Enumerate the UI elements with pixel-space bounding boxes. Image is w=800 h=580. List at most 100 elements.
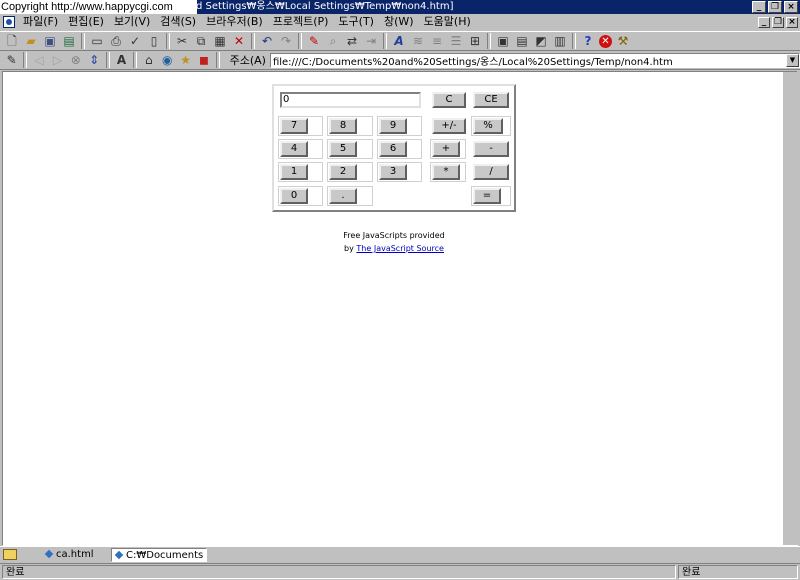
address-bar: ✎ ◁ ▷ ⊗ ⇕ A ⌂ ◉ ★ ◼ 주소(A) ▼ [0, 51, 800, 70]
credit-by: by [344, 244, 354, 253]
calc-button-8[interactable]: 8 [329, 118, 357, 134]
toolbar-separator [572, 33, 576, 49]
toolbar-separator [133, 52, 138, 68]
calc-button-7[interactable]: 7 [280, 118, 308, 134]
menu-edit[interactable]: 편집(E) [64, 14, 110, 30]
calculator: 0 C CE 7 8 9 +/- % 4 5 6 + - 1 2 3 * / 0… [272, 84, 516, 212]
minimize-button[interactable]: _ [752, 1, 766, 13]
calc-button-multiply[interactable]: * [432, 164, 460, 180]
calc-button-equals[interactable]: = [473, 188, 501, 204]
bold-icon[interactable]: ≋ [410, 33, 426, 49]
toolbar-separator [23, 52, 28, 68]
calc-button-5[interactable]: 5 [329, 141, 357, 157]
calc-button-ce[interactable]: CE [473, 92, 509, 108]
replace-icon[interactable]: ⇄ [344, 33, 360, 49]
help-icon[interactable]: ? [580, 33, 596, 49]
undo-icon[interactable]: ↶ [259, 33, 275, 49]
menu-window[interactable]: 창(W) [380, 14, 420, 30]
open-folder-icon[interactable]: ▰ [23, 33, 39, 49]
browser-content: 0 C CE 7 8 9 +/- % 4 5 6 + - 1 2 3 * / 0… [2, 71, 798, 546]
save-all-icon[interactable]: ▤ [61, 33, 77, 49]
doc-restore-button[interactable]: ❐ [772, 16, 784, 28]
cut-icon[interactable]: ✂ [174, 33, 190, 49]
restore-button[interactable]: ❐ [768, 1, 782, 13]
calc-button-c[interactable]: C [432, 92, 466, 108]
folder-icon[interactable] [3, 549, 17, 560]
goto-icon[interactable]: ⇥ [363, 33, 379, 49]
print-preview-icon[interactable]: ▭ [89, 33, 105, 49]
address-label: 주소(A) [229, 54, 266, 67]
calc-button-plusminus[interactable]: +/- [432, 118, 466, 134]
view4-icon[interactable]: ▥ [552, 33, 568, 49]
delete-icon[interactable]: ✕ [231, 33, 247, 49]
calc-button-0[interactable]: 0 [280, 188, 308, 204]
refresh-icon[interactable]: ⇕ [86, 52, 101, 68]
view2-icon[interactable]: ▤ [514, 33, 530, 49]
menu-tools[interactable]: 도구(T) [334, 14, 380, 30]
tab-label: C:₩Documents an [126, 550, 206, 561]
calc-button-divide[interactable]: / [473, 164, 509, 180]
stop-loading-icon[interactable]: ⊗ [68, 52, 83, 68]
calc-button-3[interactable]: 3 [379, 164, 407, 180]
javascript-source-link[interactable]: The JavaScript Source [356, 244, 444, 253]
calc-button-percent[interactable]: % [473, 118, 503, 134]
calc-button-add[interactable]: + [432, 141, 460, 157]
page-setup-icon[interactable]: ▯ [146, 33, 162, 49]
calc-button-subtract[interactable]: - [473, 141, 509, 157]
tools-icon[interactable]: ⚒ [615, 33, 631, 49]
document-tabs-bar: ca.html C:₩Documents an [0, 546, 800, 562]
list-icon[interactable]: ☰ [448, 33, 464, 49]
calc-button-9[interactable]: 9 [379, 118, 407, 134]
redo-icon[interactable]: ↷ [278, 33, 294, 49]
paste-icon[interactable]: ▦ [212, 33, 228, 49]
tab-current-document[interactable]: C:₩Documents an [111, 548, 207, 562]
address-dropdown-button[interactable]: ▼ [786, 53, 799, 67]
spell-check-icon[interactable]: ✓ [127, 33, 143, 49]
menu-search[interactable]: 검색(S) [156, 14, 202, 30]
tab-label: ca.html [56, 549, 94, 560]
print-icon[interactable]: ⎙ [108, 33, 124, 49]
menu-project[interactable]: 프로젝트(P) [269, 14, 335, 30]
search-web-icon[interactable]: ◉ [160, 52, 175, 68]
favorites-icon[interactable]: ★ [178, 52, 193, 68]
calc-button-2[interactable]: 2 [329, 164, 357, 180]
address-input[interactable] [270, 53, 795, 67]
tab-ca-html[interactable]: ca.html [42, 548, 112, 562]
properties-icon[interactable]: ⊞ [467, 33, 483, 49]
back-icon[interactable]: ◁ [31, 52, 46, 68]
menu-help[interactable]: 도움말(H) [420, 14, 477, 30]
toolbar-separator [81, 33, 85, 49]
menu-file[interactable]: 파일(F) [19, 14, 64, 30]
new-file-icon[interactable]: 🗋 [4, 33, 20, 49]
font-size-icon[interactable]: A [114, 52, 129, 68]
doc-close-button[interactable]: × [786, 16, 798, 28]
find-icon[interactable]: ⌕ [325, 33, 341, 49]
menu-view[interactable]: 보기(V) [110, 14, 156, 30]
app-icon[interactable] [3, 16, 15, 28]
align-icon[interactable]: ≡ [429, 33, 445, 49]
vertical-scrollbar[interactable] [783, 72, 798, 545]
home-icon[interactable]: ⌂ [141, 52, 156, 68]
menu-bar: 파일(F) 편집(E) 보기(V) 검색(S) 브라우저(B) 프로젝트(P) … [0, 14, 800, 30]
calc-button-4[interactable]: 4 [280, 141, 308, 157]
forward-icon[interactable]: ▷ [50, 52, 65, 68]
toolbar-separator [383, 33, 387, 49]
history-icon[interactable]: ◼ [196, 52, 211, 68]
calc-button-decimal[interactable]: . [329, 188, 357, 204]
stop-icon[interactable]: ✕ [599, 34, 612, 48]
status-bar: 완료 완료 [0, 563, 800, 580]
doc-minimize-button[interactable]: _ [758, 16, 770, 28]
menu-browser[interactable]: 브라우저(B) [202, 14, 269, 30]
calculator-display[interactable]: 0 [280, 92, 421, 108]
calc-button-1[interactable]: 1 [280, 164, 308, 180]
window-controls: _ ❐ × [750, 1, 798, 13]
view1-icon[interactable]: ▣ [495, 33, 511, 49]
highlight-icon[interactable]: ✎ [306, 33, 322, 49]
calc-button-6[interactable]: 6 [379, 141, 407, 157]
close-button[interactable]: × [784, 1, 798, 13]
copy-icon[interactable]: ⧉ [193, 33, 209, 49]
pen-icon[interactable]: ✎ [4, 52, 19, 68]
font-icon[interactable]: A [391, 33, 407, 49]
save-icon[interactable]: ▣ [42, 33, 58, 49]
view3-icon[interactable]: ◩ [533, 33, 549, 49]
